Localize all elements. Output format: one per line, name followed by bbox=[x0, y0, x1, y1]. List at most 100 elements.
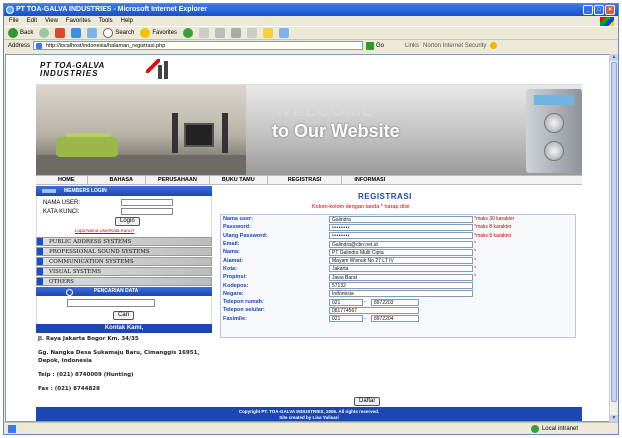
login-box: NAMA USER: KATA KUNCI: Login Lupa Nama U… bbox=[36, 196, 212, 236]
maximize-button[interactable]: □ bbox=[594, 5, 604, 15]
media-button[interactable] bbox=[183, 28, 194, 38]
field-row-username: Nama user: Galindra *maks 30 karakter bbox=[221, 215, 575, 223]
norton-icon[interactable] bbox=[490, 42, 498, 49]
field-label: Telepon selular: bbox=[223, 307, 265, 314]
forward-button[interactable] bbox=[39, 28, 50, 38]
search-button[interactable]: Search bbox=[103, 28, 134, 38]
contact-address-1: Jl. Raya Jakarta Bogor Km. 34/35 bbox=[38, 336, 139, 342]
required-mark: * bbox=[474, 265, 477, 272]
registration-note: Kolom-kolom dengan tanda * harap diisi bbox=[312, 204, 410, 210]
history-button[interactable] bbox=[199, 28, 210, 38]
home-button[interactable] bbox=[87, 28, 98, 38]
page-footer: Copyright PT. TOA-GALVA INDUSTRIES, 2006… bbox=[36, 407, 582, 421]
address-input[interactable]: http://localhost/indonesia/halaman_regis… bbox=[33, 41, 364, 50]
fax-area-code-field[interactable]: 021 bbox=[329, 315, 363, 323]
stop-button[interactable] bbox=[55, 28, 66, 38]
field-hint: *maks 30 karakter bbox=[474, 216, 515, 223]
category-public-address[interactable]: PUBLIC ADDRESS SYSTEMS bbox=[36, 237, 212, 246]
province-field[interactable]: Jawa Barat bbox=[329, 273, 473, 281]
forgot-password-link[interactable]: Lupa Nama User/Kata Kunci? bbox=[75, 228, 135, 233]
registration-panel: REGISTRASI Kolom-kolom dengan tanda * ha… bbox=[214, 186, 582, 421]
search-header: PENCARIAN DATA bbox=[36, 287, 212, 296]
go-button[interactable]: Go bbox=[366, 41, 384, 50]
password-input[interactable] bbox=[121, 208, 173, 215]
messenger-button[interactable] bbox=[279, 28, 290, 38]
home-phone-number-field[interactable]: 8972203 bbox=[371, 298, 419, 306]
address-label: Address bbox=[8, 42, 31, 49]
page-viewport: PT TOA-GALVA INDUSTRIES WELCOME to Our W bbox=[5, 54, 610, 422]
scroll-thumb[interactable] bbox=[611, 62, 617, 402]
fax-number-field[interactable]: 8972204 bbox=[371, 315, 419, 323]
contact-fax: Fax : (021) 8744828 bbox=[38, 386, 100, 392]
nav-perusahaan[interactable]: PERUSAHAAN bbox=[146, 176, 210, 184]
category-visual[interactable]: VISUAL SYSTEMS bbox=[36, 267, 212, 276]
intranet-globe-icon bbox=[530, 424, 539, 433]
address-field[interactable]: Mayam Wisnuk No 27 LT IV bbox=[329, 257, 473, 265]
field-row-password: Password: •••••••• *maks 8 karakter bbox=[221, 223, 575, 231]
category-others[interactable]: OTHERS bbox=[36, 277, 212, 286]
close-button[interactable]: × bbox=[605, 5, 615, 15]
favorites-button[interactable]: Favorites bbox=[140, 28, 177, 38]
edit-button[interactable] bbox=[247, 28, 258, 38]
minimize-button[interactable]: _ bbox=[583, 5, 593, 15]
back-button[interactable]: Back bbox=[8, 28, 33, 38]
password-label: KATA KUNCI: bbox=[43, 208, 80, 215]
field-row-city: Kota: Jakarta * bbox=[221, 265, 575, 273]
print-button[interactable] bbox=[231, 28, 242, 38]
nav-home[interactable]: HOME bbox=[36, 176, 88, 184]
search-icon bbox=[103, 28, 114, 38]
confirm-password-field[interactable]: •••••••• bbox=[329, 232, 473, 240]
ie-icon bbox=[6, 6, 14, 14]
required-mark: * bbox=[474, 257, 477, 264]
page-icon bbox=[8, 424, 16, 433]
menu-view[interactable]: View bbox=[45, 16, 58, 26]
living-room-image bbox=[36, 85, 246, 175]
login-button[interactable]: Login bbox=[115, 217, 140, 226]
folder-button[interactable] bbox=[263, 28, 274, 38]
search-input[interactable] bbox=[67, 299, 155, 307]
vertical-scrollbar[interactable]: ▲ ▼ bbox=[609, 54, 618, 422]
mail-button[interactable] bbox=[215, 28, 226, 38]
nav-bahasa[interactable]: BAHASA bbox=[88, 176, 147, 184]
refresh-button[interactable] bbox=[71, 28, 82, 38]
category-professional-sound[interactable]: PROFESSIONAL SOUND SYSTEMS bbox=[36, 247, 212, 256]
submit-button[interactable]: Daftar bbox=[354, 397, 381, 406]
scroll-down-icon[interactable]: ▼ bbox=[610, 415, 618, 422]
username-field[interactable]: Galindra bbox=[329, 215, 473, 223]
required-mark: * bbox=[474, 241, 477, 248]
toolbar: Back Search Favorites bbox=[4, 26, 618, 40]
menu-tools[interactable]: Tools bbox=[99, 16, 113, 26]
menu-file[interactable]: File bbox=[9, 16, 19, 26]
field-label: Faximile: bbox=[223, 315, 247, 322]
search-submit-button[interactable]: Cari bbox=[113, 311, 135, 320]
menu-edit[interactable]: Edit bbox=[27, 16, 37, 26]
city-field[interactable]: Jakarta bbox=[329, 265, 473, 273]
field-label: Nama user: bbox=[223, 216, 253, 223]
norton-label[interactable]: Norton Internet Security bbox=[423, 43, 486, 49]
field-label: Ulang Password: bbox=[223, 232, 268, 239]
username-input[interactable] bbox=[121, 199, 173, 206]
category-communication[interactable]: COMMUNICATION SYSTEMS bbox=[36, 257, 212, 266]
field-row-address: Alamat: Mayam Wisnuk No 27 LT IV * bbox=[221, 256, 575, 265]
links-label[interactable]: Links bbox=[405, 43, 419, 49]
cell-phone-field[interactable]: 081774567 bbox=[329, 306, 419, 314]
menu-help[interactable]: Help bbox=[121, 16, 133, 26]
password-field[interactable]: •••••••• bbox=[329, 223, 473, 231]
nav-informasi[interactable]: INFORMASI bbox=[342, 176, 397, 184]
country-field[interactable]: Indonesia bbox=[329, 290, 473, 298]
postal-code-field[interactable]: 57132 bbox=[329, 282, 473, 290]
name-field[interactable]: PT Galindra Multi Cipta bbox=[329, 248, 473, 256]
nav-registrasi[interactable]: REGISTRASI bbox=[268, 176, 343, 184]
nav-buku-tamu[interactable]: BUKU TAMU bbox=[210, 176, 268, 184]
field-row-postal-code: Kodepos: 57132 bbox=[221, 281, 575, 290]
field-row-confirm-password: Ulang Password: •••••••• *maks 8 karakter bbox=[221, 232, 575, 240]
email-field[interactable]: Galindra@cbn.net.id bbox=[329, 240, 473, 248]
menu-bar: File Edit View Favorites Tools Help bbox=[4, 16, 618, 26]
security-zone-label: Local intranet bbox=[541, 425, 578, 432]
home-phone-area-code-field[interactable]: 021 bbox=[329, 298, 363, 306]
title-bar: PT TOA-GALVA INDUSTRIES - Microsoft Inte… bbox=[4, 4, 618, 16]
scroll-up-icon[interactable]: ▲ bbox=[610, 54, 618, 61]
contact-phone: Telp : (021) 8740009 (Hunting) bbox=[38, 372, 134, 378]
menu-favorites[interactable]: Favorites bbox=[66, 16, 91, 26]
field-label: Negara: bbox=[223, 290, 244, 297]
